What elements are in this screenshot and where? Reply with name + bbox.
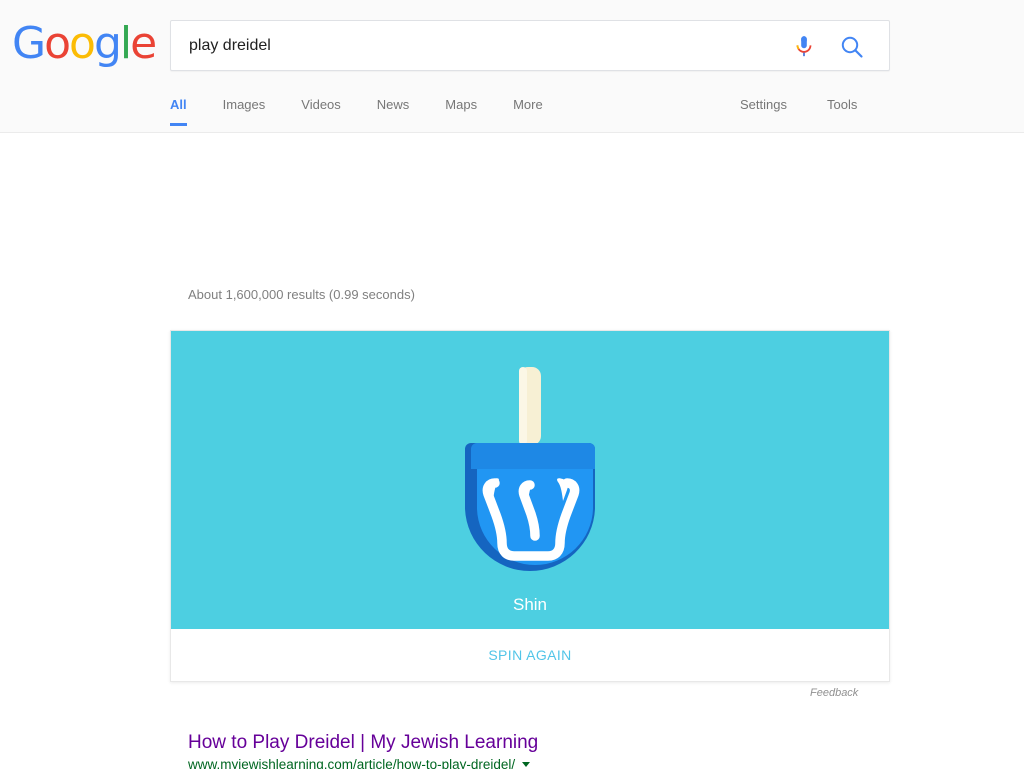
search-box[interactable] bbox=[170, 20, 890, 71]
search-nav-tools: Settings Tools bbox=[740, 95, 897, 123]
logo-letter-o1: o bbox=[44, 18, 71, 69]
logo-letter-o2: o bbox=[69, 18, 96, 69]
microphone-icon[interactable] bbox=[791, 33, 817, 60]
search-header: Google All Images Videos News Maps More bbox=[0, 0, 1024, 133]
settings-button[interactable]: Settings bbox=[740, 95, 787, 123]
result-url-row: www.myjewishlearning.com/article/how-to-… bbox=[188, 757, 888, 769]
search-icon[interactable] bbox=[839, 34, 865, 60]
dreidel-result-label: Shin bbox=[512, 595, 548, 614]
dreidel-stage: Shin bbox=[171, 331, 889, 629]
result-stats: About 1,600,000 results (0.99 seconds) bbox=[188, 287, 415, 302]
search-nav-tabs: All Images Videos News Maps More bbox=[170, 95, 579, 133]
logo-letter-g1: G bbox=[12, 18, 46, 69]
tab-news[interactable]: News bbox=[377, 95, 410, 126]
search-input[interactable] bbox=[187, 21, 787, 70]
tab-videos[interactable]: Videos bbox=[301, 95, 341, 126]
dreidel-graphic bbox=[455, 361, 605, 576]
result-url[interactable]: www.myjewishlearning.com/article/how-to-… bbox=[188, 757, 515, 769]
tab-images[interactable]: Images bbox=[223, 95, 266, 126]
search-result-item: How to Play Dreidel | My Jewish Learning… bbox=[188, 731, 888, 769]
feedback-link[interactable]: Feedback bbox=[810, 687, 858, 699]
tab-maps[interactable]: Maps bbox=[445, 95, 477, 126]
chevron-down-icon[interactable] bbox=[522, 761, 531, 767]
tab-all[interactable]: All bbox=[170, 95, 187, 126]
dreidel-widget-card: Shin SPIN AGAIN bbox=[170, 330, 890, 682]
spin-again-button[interactable]: SPIN AGAIN bbox=[482, 646, 577, 664]
logo-letter-e: e bbox=[130, 18, 157, 69]
logo-letter-l: l bbox=[119, 18, 132, 69]
google-logo[interactable]: Google bbox=[12, 18, 157, 69]
spin-again-row: SPIN AGAIN bbox=[171, 629, 889, 681]
logo-letter-g2: g bbox=[93, 18, 122, 69]
tools-button[interactable]: Tools bbox=[827, 95, 857, 123]
tab-more[interactable]: More bbox=[513, 95, 543, 126]
result-title-link[interactable]: How to Play Dreidel | My Jewish Learning bbox=[188, 731, 888, 755]
